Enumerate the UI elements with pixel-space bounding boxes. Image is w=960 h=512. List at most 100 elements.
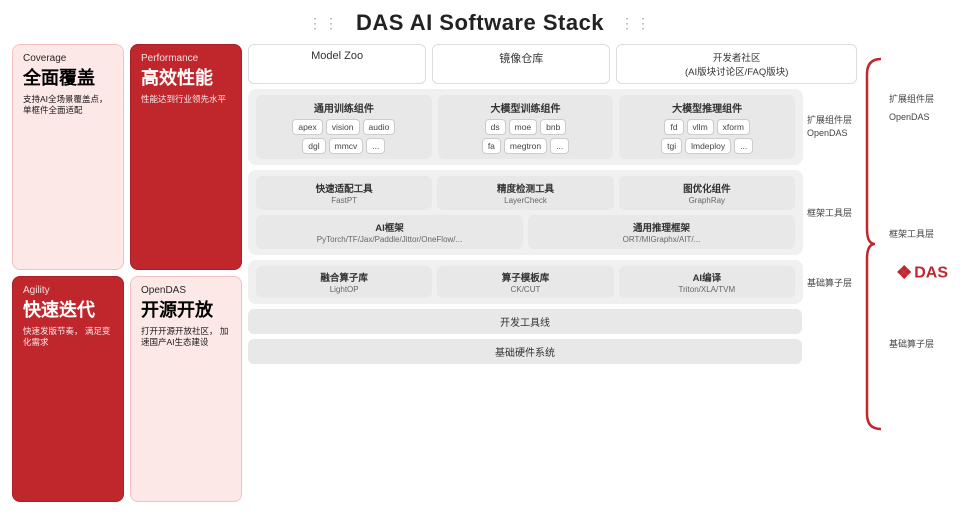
page: ⋮⋮ DAS AI Software Stack ⋮⋮ Coverage 全面覆…	[0, 0, 960, 512]
graphray-title: 图优化组件	[627, 181, 787, 195]
framework-tools-row: 快速适配工具 FastPT 精度检测工具 LayerCheck 图优化组件 Gr…	[256, 176, 795, 210]
coverage-desc: 支持AI全场景覆盖点， 单框件全面适配	[23, 94, 113, 118]
ops-label-area: 基础算子层	[807, 260, 857, 304]
ckcut-tool: 算子模板库 CK/CUT	[437, 266, 613, 298]
llm-inference-group: 大模型推理组件 fd vllm xform tgi lmdeploy ...	[619, 95, 795, 159]
ai-compile-sub: Triton/XLA/TVM	[627, 285, 787, 294]
general-training-group: 通用训练组件 apex vision audio dgl mmcv ...	[256, 95, 432, 159]
bottom-spacer	[807, 309, 857, 334]
llm-inference-row2: tgi lmdeploy ...	[625, 138, 789, 154]
das-logo-text: ❖ DAS	[896, 263, 948, 284]
das-logo: ❖ DAS	[896, 263, 948, 284]
agility-panel: Agility 快速迭代 快速发版节奏， 满足变化需求	[12, 276, 124, 502]
hardware-spacer	[807, 339, 857, 364]
right-stack: Model Zoo 镜像仓库 开发者社区 (AI版块讨论区/FAQ版块) 通用训…	[248, 44, 857, 502]
hardware-bar: 基础硬件系统	[248, 339, 802, 364]
tag-dots3: ...	[734, 138, 753, 154]
ops-section-box: 融合算子库 LightOP 算子模板库 CK/CUT AI编译 Triton/X…	[248, 260, 803, 304]
opendas-label: OpenDAS	[141, 285, 231, 296]
framework-layer-side-text: 框架工具层	[889, 229, 934, 239]
ckcut-title: 算子模板库	[445, 270, 605, 284]
tag-megtron: megtron	[504, 138, 547, 154]
tag-vllm: vllm	[687, 119, 714, 135]
ops-layer-side-label: 基础算子层	[889, 334, 934, 352]
fastpt-sub: FastPT	[264, 196, 424, 205]
agility-label: Agility	[23, 285, 113, 296]
mirror-repo-item: 镜像仓库	[432, 44, 610, 84]
right-sidebar: 扩展组件层OpenDAS 框架工具层 基础算子层 ❖ DAS	[863, 44, 948, 502]
layercheck-title: 精度检测工具	[445, 181, 605, 195]
lightop-sub: LightOP	[264, 285, 424, 294]
llm-training-row2: fa megtron ...	[444, 138, 608, 154]
framework-wide-row: AI框架 PyTorch/TF/Jax/Paddle/Jittor/OneFlo…	[256, 215, 795, 249]
ckcut-sub: CK/CUT	[445, 285, 605, 294]
bottom-bars: 开发工具线	[248, 309, 857, 334]
model-zoo-item: Model Zoo	[248, 44, 426, 84]
inference-framework-box: 通用推理框架 ORT/MIGraphx/AIT/...	[528, 215, 795, 249]
page-title: DAS AI Software Stack	[356, 10, 604, 36]
hardware-row: 基础硬件系统	[248, 339, 857, 364]
opendas-desc: 打开开源开放社区， 加速国产AI生态建设	[141, 326, 231, 350]
ai-compile-title: AI编译	[627, 270, 787, 284]
tag-vision: vision	[326, 119, 360, 135]
expand-layer-text: 扩展组件层OpenDAS	[889, 94, 934, 122]
tag-dots2: ...	[550, 138, 569, 154]
brace-svg	[863, 54, 883, 434]
lightop-title: 融合算子库	[264, 270, 424, 284]
tag-tgi: tgi	[661, 138, 682, 154]
opendas-title-zh: 开源开放	[141, 300, 231, 322]
general-training-row1: apex vision audio	[262, 119, 426, 135]
bottom-row: Agility 快速迭代 快速发版节奏， 满足变化需求 OpenDAS 开源开放…	[12, 276, 242, 502]
top-bar: Model Zoo 镜像仓库 开发者社区 (AI版块讨论区/FAQ版块)	[248, 44, 857, 84]
ops-layer-label: 基础算子层	[807, 276, 852, 289]
ai-framework-sub: PyTorch/TF/Jax/Paddle/Jittor/OneFlow/...	[264, 235, 515, 244]
framework-section-box: 快速适配工具 FastPT 精度检测工具 LayerCheck 图优化组件 Gr…	[248, 170, 803, 255]
coverage-panel: Coverage 全面覆盖 支持AI全场景覆盖点， 单框件全面适配	[12, 44, 124, 270]
fastpt-tool: 快速适配工具 FastPT	[256, 176, 432, 210]
top-row: Coverage 全面覆盖 支持AI全场景覆盖点， 单框件全面适配 Perfor…	[12, 44, 242, 270]
das-text: DAS	[914, 264, 948, 282]
llm-training-group: 大模型训练组件 ds moe bnb fa megtron ...	[438, 95, 614, 159]
inference-framework-sub: ORT/MIGraphx/AIT/...	[536, 235, 787, 244]
opendas-panel: OpenDAS 开源开放 打开开源开放社区， 加速国产AI生态建设	[130, 276, 242, 502]
tag-xform: xform	[717, 119, 750, 135]
inference-framework-title: 通用推理框架	[536, 220, 787, 234]
framework-row: 快速适配工具 FastPT 精度检测工具 LayerCheck 图优化组件 Gr…	[248, 170, 857, 255]
ops-layer-side-text: 基础算子层	[889, 339, 934, 349]
tag-moe: moe	[509, 119, 538, 135]
performance-title-zh: 高效性能	[141, 68, 231, 90]
ai-framework-title: AI框架	[264, 220, 515, 234]
dots-right-icon: ⋮⋮	[620, 15, 652, 32]
header: ⋮⋮ DAS AI Software Stack ⋮⋮	[12, 10, 948, 36]
dots-left-icon: ⋮⋮	[308, 15, 340, 32]
performance-desc: 性能达到行业领先水平	[141, 94, 231, 106]
general-training-title: 通用训练组件	[262, 100, 426, 115]
performance-panel: Performance 高效性能 性能达到行业领先水平	[130, 44, 242, 270]
coverage-title-zh: 全面覆盖	[23, 68, 113, 90]
ops-tools-row: 融合算子库 LightOP 算子模板库 CK/CUT AI编译 Triton/X…	[256, 266, 795, 298]
tag-ds: ds	[485, 119, 506, 135]
main-body: Coverage 全面覆盖 支持AI全场景覆盖点， 单框件全面适配 Perfor…	[12, 44, 948, 502]
training-label-area: 扩展组件层 OpenDAS	[807, 89, 857, 165]
lightop-tool: 融合算子库 LightOP	[256, 266, 432, 298]
ops-row: 融合算子库 LightOP 算子模板库 CK/CUT AI编译 Triton/X…	[248, 260, 857, 304]
ai-compile-tool: AI编译 Triton/XLA/TVM	[619, 266, 795, 298]
general-training-row2: dgl mmcv ...	[262, 138, 426, 154]
layercheck-tool: 精度检测工具 LayerCheck	[437, 176, 613, 210]
graphray-tool: 图优化组件 GraphRay	[619, 176, 795, 210]
llm-inference-title: 大模型推理组件	[625, 100, 789, 115]
dev-community-item: 开发者社区 (AI版块讨论区/FAQ版块)	[616, 44, 857, 84]
tag-lmdeploy: lmdeploy	[685, 138, 731, 154]
ai-framework-box: AI框架 PyTorch/TF/Jax/Paddle/Jittor/OneFlo…	[256, 215, 523, 249]
framework-label-area: 框架工具层	[807, 170, 857, 255]
performance-label: Performance	[141, 53, 231, 64]
training-section-box: 通用训练组件 apex vision audio dgl mmcv ...	[248, 89, 803, 165]
training-layer-label: 扩展组件层 OpenDAS	[807, 114, 852, 139]
tag-fd: fd	[664, 119, 683, 135]
expand-layer-label: 扩展组件层OpenDAS	[889, 89, 934, 125]
framework-layer-label: 框架工具层	[807, 206, 852, 219]
tag-fa: fa	[482, 138, 501, 154]
llm-training-row1: ds moe bnb	[444, 119, 608, 135]
llm-inference-row1: fd vllm xform	[625, 119, 789, 135]
agility-title-zh: 快速迭代	[23, 300, 113, 322]
